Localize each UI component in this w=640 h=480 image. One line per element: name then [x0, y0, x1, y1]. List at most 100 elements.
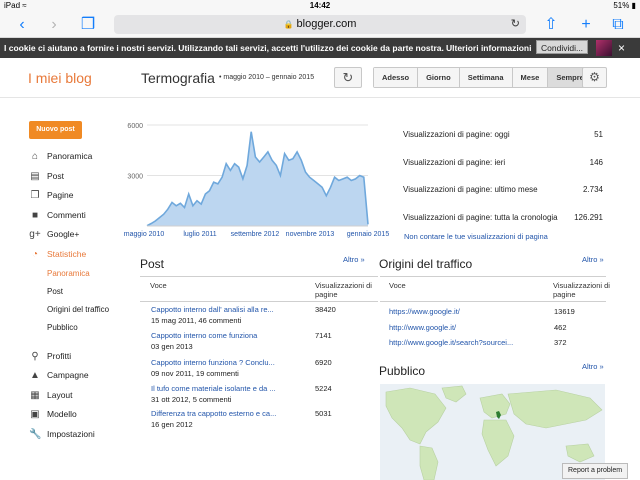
- range-week-button[interactable]: Settimana: [459, 68, 513, 87]
- post-title-link[interactable]: Cappotto interno funziona ? Conclu...: [151, 358, 297, 367]
- posts-col-item: Voce: [150, 281, 167, 290]
- report-problem-button[interactable]: Report a problem: [562, 463, 629, 479]
- post-meta: 03 gen 2013: [151, 342, 193, 351]
- y-tick-label: 6000: [127, 123, 143, 130]
- range-selector: Adesso Giorno Settimana Mese Sempre: [373, 67, 593, 88]
- bookmarks-icon[interactable]: ❒: [78, 15, 98, 35]
- sidebar-item-comments[interactable]: ■ Commenti: [29, 206, 129, 226]
- traffic-header-divider: [380, 301, 606, 302]
- trophy-icon: ⚲: [31, 350, 39, 362]
- sidebar-item-campaigns[interactable]: ▲ Campagne: [29, 366, 129, 386]
- close-icon[interactable]: ×: [618, 38, 625, 58]
- post-title-link[interactable]: Differenza tra cappotto esterno e ca...: [151, 409, 297, 418]
- sidebar-item-template[interactable]: ▣ Modello: [29, 405, 129, 425]
- status-bar: iPad ≈ 14:42 51% ▮: [0, 0, 640, 12]
- post-icon: ▤: [30, 170, 40, 182]
- post-title-link[interactable]: Cappotto interno dall' analisi alla re..…: [151, 305, 297, 314]
- traffic-col-views: Visualizzazioni di pagine: [553, 281, 610, 299]
- post-meta: 16 gen 2012: [151, 420, 193, 429]
- gear-icon: ⚙: [589, 70, 600, 84]
- cookie-more-link[interactable]: Ulteriori informazioni: [446, 38, 531, 58]
- post-title-link[interactable]: Cappotto interno come funziona: [151, 331, 297, 340]
- traffic-col-item: Voce: [389, 281, 406, 290]
- settings-button[interactable]: ⚙: [582, 67, 607, 88]
- cookie-text: I cookie ci aiutano a fornire i nostri s…: [4, 43, 444, 53]
- forward-icon[interactable]: ›: [44, 15, 64, 35]
- avatar[interactable]: [596, 40, 612, 56]
- comment-icon: ■: [31, 209, 39, 221]
- traffic-more-link[interactable]: Altro »: [582, 255, 604, 264]
- post-views: 5031: [315, 409, 332, 418]
- share-icon[interactable]: ⇧: [541, 15, 561, 35]
- post-views: 5224: [315, 384, 332, 393]
- sidebar-subitem-traffic-sources[interactable]: Origini del traffico: [29, 301, 129, 319]
- reload-icon[interactable]: ↻: [511, 15, 520, 34]
- chart-area: [147, 131, 368, 226]
- sidebar-subitem-posts[interactable]: Post: [29, 283, 129, 301]
- post-title-link[interactable]: Il tufo come materiale isolante e da ...: [151, 384, 297, 393]
- range-month-button[interactable]: Mese: [512, 68, 549, 87]
- traffic-views: 372: [554, 338, 567, 347]
- post-row: Cappotto interno come funziona 03 gen 20…: [140, 329, 378, 353]
- range-day-button[interactable]: Giorno: [418, 68, 460, 87]
- posts-header-divider: [140, 301, 378, 302]
- post-views: 6920: [315, 358, 332, 367]
- wrench-icon: 🔧: [29, 428, 42, 440]
- traffic-source-link[interactable]: https://www.google.it/: [389, 303, 539, 320]
- back-icon[interactable]: ‹: [12, 15, 32, 35]
- sidebar-subitem-audience[interactable]: Pubblico: [29, 319, 129, 337]
- post-row: Cappotto interno dall' analisi alla re..…: [140, 303, 378, 327]
- refresh-icon: ↻: [342, 70, 354, 85]
- stat-row-yesterday: Visualizzazioni di pagine: ieri 146: [403, 157, 603, 167]
- campaign-icon: ▲: [30, 370, 40, 382]
- post-views: 38420: [315, 305, 336, 314]
- google-plus-icon: g+: [29, 229, 41, 241]
- stats-summary: Visualizzazioni di pagine: oggi 51 Visual…: [403, 121, 603, 231]
- lock-icon: 🔒: [283, 20, 294, 29]
- sidebar-subitem-overview[interactable]: Panoramica: [29, 265, 129, 283]
- battery-indicator: 51% ▮: [613, 1, 636, 10]
- address-bar[interactable]: 🔒 blogger.com ↻: [114, 15, 526, 34]
- post-views: 7141: [315, 331, 332, 340]
- dont-track-link[interactable]: Non contare le tue visualizzazioni di pa…: [404, 232, 548, 241]
- new-tab-icon[interactable]: +: [576, 15, 596, 35]
- my-blogs-link[interactable]: I miei blog: [28, 70, 92, 86]
- sidebar-item-google-plus[interactable]: g+ Google+: [29, 225, 129, 245]
- chart-svg: 6000 3000 maggio 2010 luglio 2011 settembre …: [124, 123, 390, 238]
- sidebar-item-earnings[interactable]: ⚲ Profitti: [29, 347, 129, 367]
- browser-toolbar: ‹ › ❒ 🔒 blogger.com ↻ ⇧ + ⧉: [0, 12, 640, 38]
- new-post-button[interactable]: Nuovo post: [29, 121, 82, 139]
- battery-icon: ▮: [631, 1, 636, 10]
- posts-section-title: Post: [140, 257, 165, 271]
- share-button[interactable]: Condividi...: [536, 40, 589, 54]
- sidebar-item-posts[interactable]: ▤ Post: [29, 167, 129, 187]
- date-range: • maggio 2010 – gennaio 2015: [219, 74, 315, 81]
- range-now-button[interactable]: Adesso: [374, 68, 419, 87]
- traffic-source-link[interactable]: http://www.google.it/search?sourcei...: [389, 334, 539, 351]
- post-row: Cappotto interno funziona ? Conclu... 09…: [140, 356, 378, 380]
- post-meta: 31 ott 2012, 5 commenti: [151, 395, 232, 404]
- post-row: Differenza tra cappotto esterno e ca... …: [140, 407, 378, 431]
- refresh-button[interactable]: ↻: [334, 67, 362, 88]
- post-row: Il tufo come materiale isolante e da ...…: [140, 382, 378, 406]
- sidebar-item-stats[interactable]: ◔ Statistiche: [29, 245, 129, 265]
- y-tick-label: 3000: [127, 174, 143, 181]
- traffic-row: https://www.google.it/ 13619: [380, 303, 606, 320]
- tabs-icon[interactable]: ⧉: [608, 15, 628, 35]
- posts-col-views: Visualizzazioni di pagine: [315, 281, 372, 299]
- pages-icon: ❐: [30, 190, 40, 202]
- stats-icon: ◔: [31, 248, 39, 260]
- x-tick-label: novembre 2013: [286, 231, 335, 238]
- sidebar: ⌂ Panoramica ▤ Post ❐ Pagine ■ Commenti g+ Go…: [29, 147, 129, 445]
- x-tick-label: settembre 2012: [231, 231, 280, 238]
- post-meta: 09 nov 2011, 19 commenti: [151, 369, 239, 378]
- home-icon: ⌂: [31, 151, 39, 162]
- sidebar-item-overview[interactable]: ⌂ Panoramica: [29, 147, 129, 167]
- sidebar-item-pages[interactable]: ❐ Pagine: [29, 186, 129, 206]
- traffic-row: http://www.google.it/search?sourcei... 3…: [380, 334, 606, 351]
- traffic-section-title: Origini del traffico: [379, 257, 473, 271]
- audience-more-link[interactable]: Altro »: [582, 362, 604, 371]
- sidebar-item-settings[interactable]: 🔧 Impostazioni: [29, 425, 129, 445]
- posts-more-link[interactable]: Altro »: [343, 255, 365, 264]
- sidebar-item-layout[interactable]: ▦ Layout: [29, 386, 129, 406]
